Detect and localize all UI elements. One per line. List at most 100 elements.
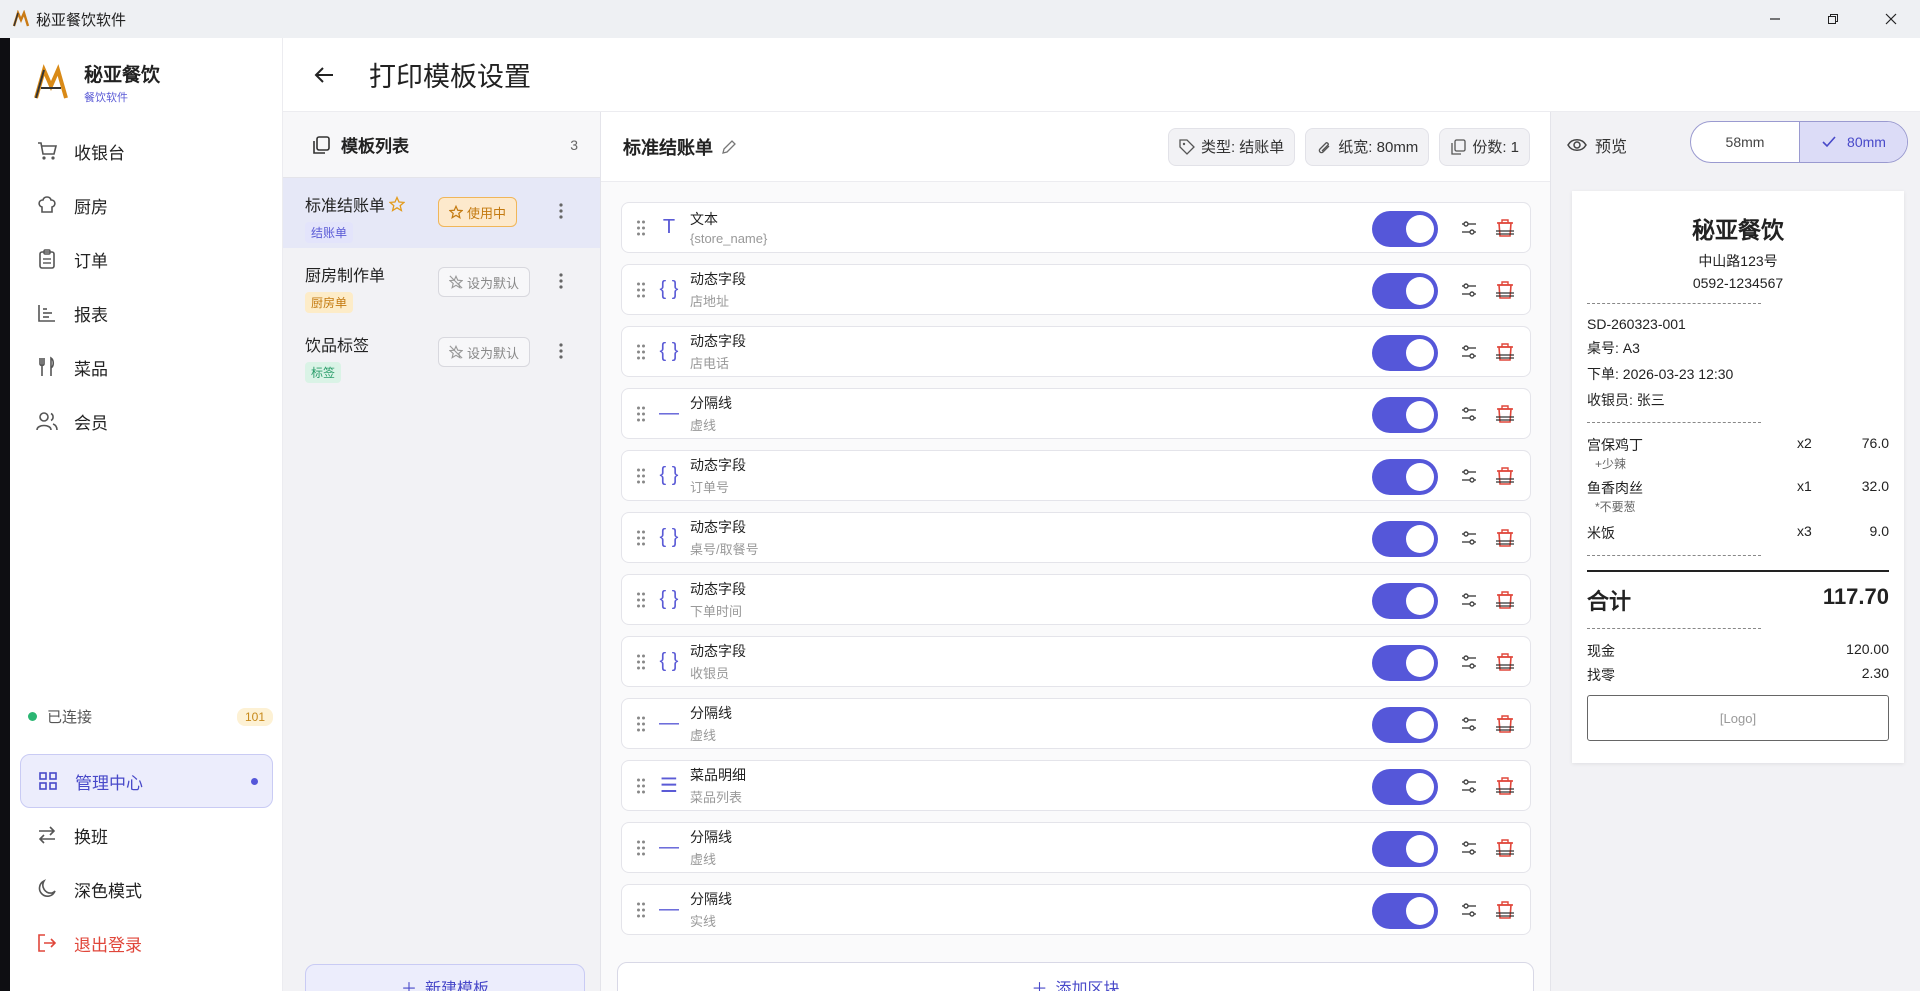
block-enabled-toggle[interactable] bbox=[1372, 211, 1438, 247]
close-window-button[interactable] bbox=[1862, 0, 1920, 38]
more-vertical-icon[interactable] bbox=[558, 272, 564, 290]
block-enabled-toggle[interactable] bbox=[1372, 831, 1438, 867]
template-item-kitchen[interactable]: 厨房制作单 厨房单 设为默认 bbox=[283, 248, 600, 318]
block-type-icon: { } bbox=[659, 278, 679, 300]
set-default-button[interactable]: 设为默认 bbox=[438, 337, 531, 367]
block-enabled-toggle[interactable] bbox=[1372, 583, 1438, 619]
drag-handle-icon[interactable] bbox=[636, 653, 646, 671]
nav-item-reports[interactable]: 报表 bbox=[10, 286, 283, 340]
block-enabled-toggle[interactable] bbox=[1372, 273, 1438, 309]
block-enabled-toggle[interactable] bbox=[1372, 707, 1438, 743]
settings-sliders-icon[interactable] bbox=[1460, 405, 1478, 423]
copies-chip[interactable]: 份数: 1 bbox=[1439, 127, 1530, 166]
settings-sliders-icon[interactable] bbox=[1460, 219, 1478, 237]
nav-item-logout[interactable]: 退出登录 bbox=[10, 916, 283, 970]
paper-chip[interactable]: 纸宽: 80mm bbox=[1305, 127, 1430, 166]
nav-item-orders[interactable]: 订单 bbox=[10, 232, 283, 286]
block-enabled-toggle[interactable] bbox=[1372, 645, 1438, 681]
settings-sliders-icon[interactable] bbox=[1460, 591, 1478, 609]
drag-handle-icon[interactable] bbox=[636, 219, 646, 237]
delete-icon[interactable] bbox=[1494, 465, 1516, 487]
add-block-button[interactable]: ＋ 添加区块 bbox=[617, 962, 1534, 991]
minimize-button[interactable] bbox=[1746, 0, 1804, 38]
delete-icon[interactable] bbox=[1494, 651, 1516, 673]
delete-icon[interactable] bbox=[1494, 775, 1516, 797]
template-count: 3 bbox=[570, 136, 578, 153]
template-item-drink-label[interactable]: 饮品标签 标签 设为默认 bbox=[283, 318, 600, 388]
block-enabled-toggle[interactable] bbox=[1372, 459, 1438, 495]
delete-icon[interactable] bbox=[1494, 713, 1516, 735]
block-row[interactable]: — 分隔线 实线 bbox=[621, 884, 1531, 935]
size-option-58mm[interactable]: 58mm bbox=[1691, 122, 1799, 162]
delete-icon[interactable] bbox=[1494, 279, 1516, 301]
new-template-button[interactable]: ＋ 新建模板 bbox=[305, 964, 585, 991]
block-row[interactable]: { } 动态字段 订单号 bbox=[621, 450, 1531, 501]
back-arrow-icon[interactable] bbox=[313, 64, 335, 86]
drag-handle-icon[interactable] bbox=[636, 281, 646, 299]
drag-handle-icon[interactable] bbox=[636, 839, 646, 857]
drag-handle-icon[interactable] bbox=[636, 591, 646, 609]
nav-item-members[interactable]: 会员 bbox=[10, 394, 283, 448]
drag-handle-icon[interactable] bbox=[636, 405, 646, 423]
nav-item-cashier[interactable]: 收银台 bbox=[10, 124, 283, 178]
block-enabled-toggle[interactable] bbox=[1372, 893, 1438, 929]
block-enabled-toggle[interactable] bbox=[1372, 521, 1438, 557]
template-item-standard[interactable]: 标准结账单 结账单 使用中 bbox=[283, 178, 600, 248]
block-row[interactable]: { } 动态字段 店地址 bbox=[621, 264, 1531, 315]
settings-sliders-icon[interactable] bbox=[1460, 901, 1478, 919]
block-row[interactable]: { } 动态字段 店电话 bbox=[621, 326, 1531, 377]
restore-icon bbox=[1828, 14, 1838, 24]
brand-logo-icon bbox=[34, 63, 68, 99]
drag-handle-icon[interactable] bbox=[636, 467, 646, 485]
block-row[interactable]: ☰ 菜品明细 菜品列表 bbox=[621, 760, 1531, 811]
receipt-table: 桌号: A3 bbox=[1587, 340, 1640, 356]
block-row[interactable]: — 分隔线 虚线 bbox=[621, 698, 1531, 749]
drag-handle-icon[interactable] bbox=[636, 715, 646, 733]
delete-icon[interactable] bbox=[1494, 217, 1516, 239]
drag-handle-icon[interactable] bbox=[636, 777, 646, 795]
settings-sliders-icon[interactable] bbox=[1460, 839, 1478, 857]
more-vertical-icon[interactable] bbox=[558, 202, 564, 220]
settings-sliders-icon[interactable] bbox=[1460, 343, 1478, 361]
block-row[interactable]: { } 动态字段 桌号/取餐号 bbox=[621, 512, 1531, 563]
drag-handle-icon[interactable] bbox=[636, 343, 646, 361]
settings-sliders-icon[interactable] bbox=[1460, 653, 1478, 671]
settings-sliders-icon[interactable] bbox=[1460, 281, 1478, 299]
settings-sliders-icon[interactable] bbox=[1460, 529, 1478, 547]
block-row[interactable]: { } 动态字段 下单时间 bbox=[621, 574, 1531, 625]
drag-handle-icon[interactable] bbox=[636, 529, 646, 547]
settings-sliders-icon[interactable] bbox=[1460, 777, 1478, 795]
nav-item-dark-mode[interactable]: 深色模式 bbox=[10, 862, 283, 916]
nav-item-dishes[interactable]: 菜品 bbox=[10, 340, 283, 394]
block-enabled-toggle[interactable] bbox=[1372, 397, 1438, 433]
delete-icon[interactable] bbox=[1494, 837, 1516, 859]
toggle-knob bbox=[1406, 649, 1434, 677]
more-vertical-icon[interactable] bbox=[558, 342, 564, 360]
settings-sliders-icon[interactable] bbox=[1460, 467, 1478, 485]
block-row[interactable]: — 分隔线 虚线 bbox=[621, 822, 1531, 873]
nav-item-admin[interactable]: 管理中心 bbox=[20, 754, 273, 808]
delete-icon[interactable] bbox=[1494, 403, 1516, 425]
nav-item-shift[interactable]: 换班 bbox=[10, 808, 283, 862]
restore-button[interactable] bbox=[1804, 0, 1862, 38]
block-row[interactable]: — 分隔线 虚线 bbox=[621, 388, 1531, 439]
edit-pencil-icon[interactable] bbox=[721, 139, 737, 155]
nav-item-kitchen[interactable]: 厨房 bbox=[10, 178, 283, 232]
in-use-button[interactable]: 使用中 bbox=[438, 197, 518, 227]
nav-item-label: 厨房 bbox=[74, 197, 108, 217]
type-chip[interactable]: 类型: 结账单 bbox=[1167, 127, 1296, 166]
size-option-80mm[interactable]: 80mm bbox=[1799, 122, 1907, 162]
delete-icon[interactable] bbox=[1494, 899, 1516, 921]
receipt-change-value: 2.30 bbox=[1861, 665, 1889, 681]
delete-icon[interactable] bbox=[1494, 589, 1516, 611]
settings-sliders-icon[interactable] bbox=[1460, 715, 1478, 733]
block-row[interactable]: { } 动态字段 收银员 bbox=[621, 636, 1531, 687]
block-row[interactable]: T 文本 {store_name} bbox=[621, 202, 1531, 253]
delete-icon[interactable] bbox=[1494, 527, 1516, 549]
block-enabled-toggle[interactable] bbox=[1372, 769, 1438, 805]
delete-icon[interactable] bbox=[1494, 341, 1516, 363]
block-enabled-toggle[interactable] bbox=[1372, 335, 1438, 371]
drag-handle-icon[interactable] bbox=[636, 901, 646, 919]
template-name: 标准结账单 bbox=[305, 198, 386, 215]
set-default-button[interactable]: 设为默认 bbox=[438, 267, 531, 297]
